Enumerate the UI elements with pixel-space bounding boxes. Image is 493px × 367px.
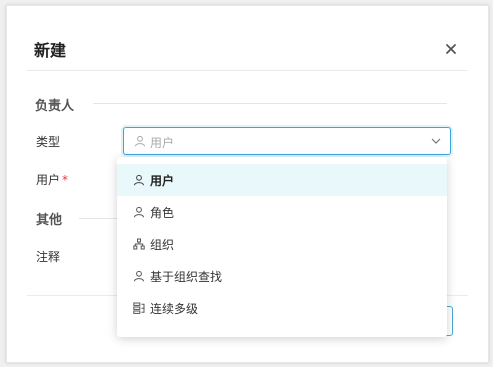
type-select-placeholder: 用户 — [150, 136, 175, 150]
user-label: 用户 * — [36, 171, 68, 188]
header-divider — [27, 70, 468, 71]
dialog-title: 新建 — [34, 41, 67, 60]
notes-label: 注释 — [36, 250, 61, 264]
option-label: 用户 — [150, 174, 175, 188]
option-label: 角色 — [150, 206, 175, 220]
required-mark: * — [62, 173, 69, 187]
section-owner-divider — [93, 103, 447, 104]
multilevel-icon — [133, 302, 145, 314]
option-role[interactable]: 角色 — [117, 196, 447, 228]
user-icon — [134, 206, 144, 218]
section-other: 其他 — [36, 213, 63, 228]
section-owner: 负责人 — [35, 99, 75, 114]
option-label: 组织 — [150, 238, 175, 252]
option-label: 基于组织查找 — [150, 270, 223, 284]
option-label: 连续多级 — [150, 302, 199, 316]
type-dropdown: 用户 角色 组织 基于组织查找 连续多级 — [117, 157, 447, 337]
user-icon — [134, 174, 144, 186]
section-other-divider — [79, 218, 119, 219]
chevron-down-icon[interactable] — [431, 137, 441, 145]
org-chart-icon — [133, 238, 145, 250]
user-icon — [135, 135, 145, 147]
option-user[interactable]: 用户 — [117, 164, 447, 196]
user-label-text: 用户 — [36, 173, 61, 187]
type-select[interactable]: 用户 — [123, 127, 451, 155]
option-multilevel[interactable]: 连续多级 — [117, 292, 447, 324]
option-org-lookup[interactable]: 基于组织查找 — [117, 260, 447, 292]
type-label: 类型 — [36, 135, 61, 149]
user-icon — [134, 270, 144, 282]
option-org[interactable]: 组织 — [117, 228, 447, 260]
close-icon[interactable] — [443, 41, 459, 57]
